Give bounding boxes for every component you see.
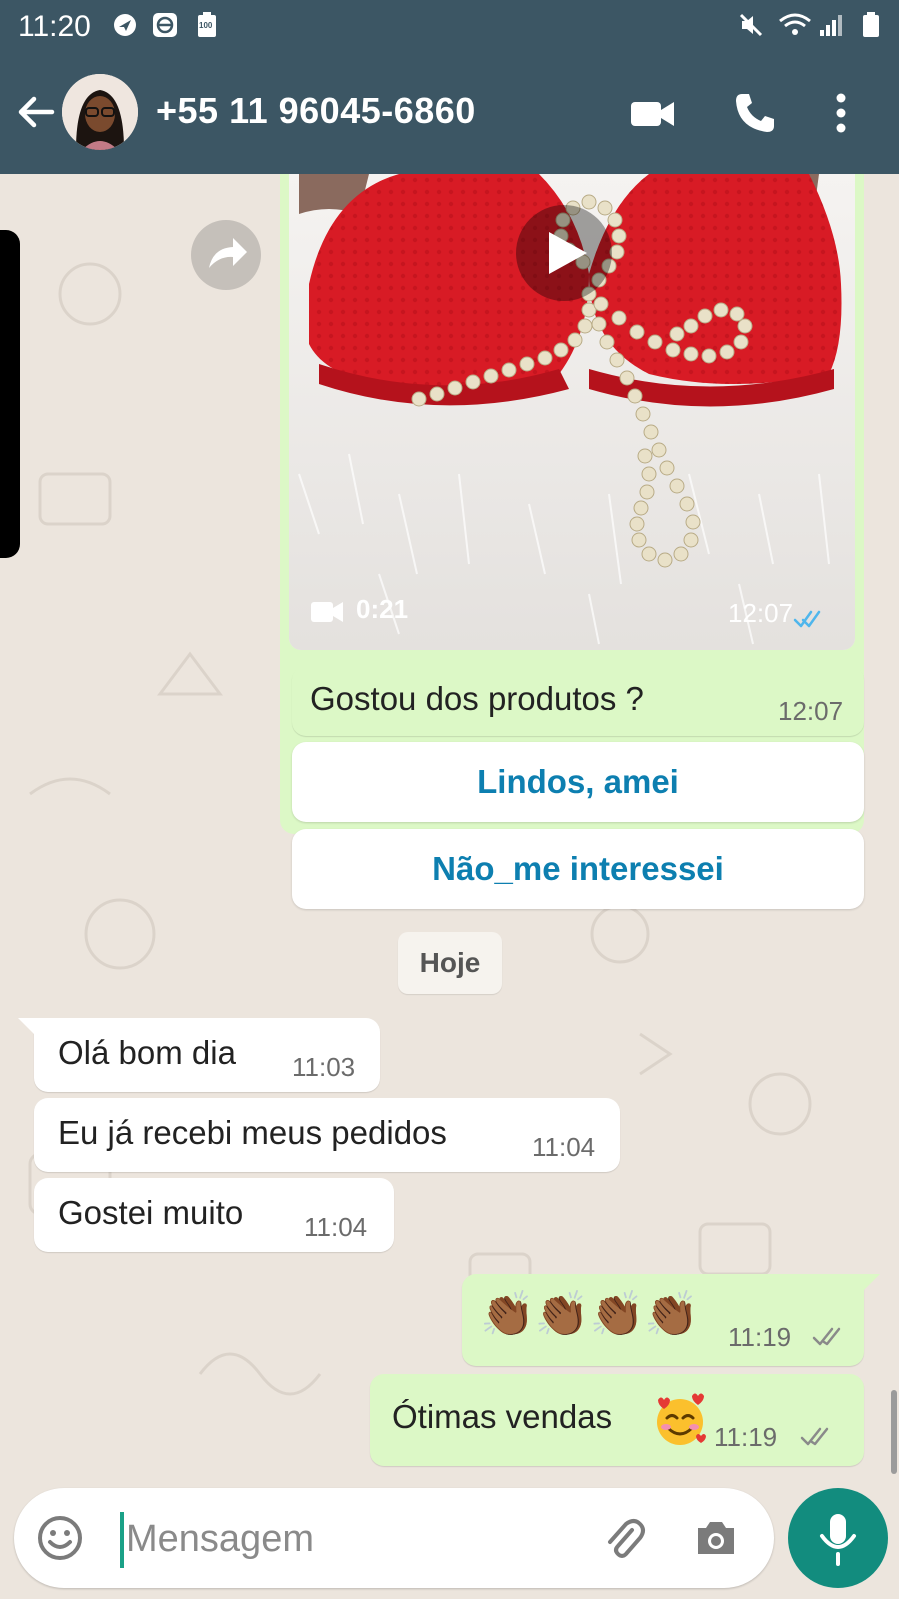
battery-label: 100 (199, 21, 213, 30)
message-time: 11:04 (532, 1132, 596, 1162)
more-vert-icon[interactable] (826, 88, 856, 138)
contact-photo (62, 74, 138, 150)
camera-icon[interactable] (690, 1512, 742, 1564)
status-time: 11:20 (18, 10, 91, 43)
avatar[interactable] (62, 74, 138, 150)
mute-icon (739, 13, 763, 37)
bubble-tail (18, 1018, 36, 1036)
microphone-button[interactable] (788, 1488, 888, 1588)
message-text: Ótimas vendas (392, 1398, 613, 1435)
video-message-time: 12:07 (728, 598, 794, 628)
video-duration: 0:21 (356, 594, 409, 624)
quick-reply-button-nao-interessei[interactable]: Não_me interessei (292, 829, 864, 909)
video-thumbnail[interactable] (289, 174, 855, 650)
date-divider: Hoje (398, 932, 502, 994)
message-composer[interactable] (14, 1488, 774, 1588)
outgoing-message[interactable]: Ótimas vendas 11:19 (370, 1374, 864, 1466)
message-input[interactable] (124, 1504, 598, 1574)
chat-header: +55 11 96045-6860 (0, 54, 899, 174)
outgoing-message-emoji[interactable]: 👏🏾👏🏾👏🏾👏🏾 11:19 (462, 1274, 880, 1366)
battery-icon (863, 12, 879, 37)
double-check-icon (800, 1427, 829, 1446)
microphone-icon (820, 1514, 856, 1566)
phone-icon[interactable] (730, 88, 780, 138)
scrollbar-thumb[interactable] (891, 1390, 897, 1474)
edge-panel-handle[interactable] (0, 230, 20, 558)
message-time: 11:04 (304, 1212, 368, 1242)
wifi-icon (779, 13, 811, 35)
signal-icon (820, 15, 842, 36)
chat-area[interactable]: 0:21 12:07 Gostou dos produtos ? 12:07 L… (0, 174, 899, 1486)
message-text: Olá bom dia (58, 1034, 236, 1071)
outgoing-message[interactable]: Gostou dos produtos ? 12:07 (292, 666, 864, 736)
message-text: Gostou dos produtos ? (310, 680, 644, 717)
message-time: 11:03 (292, 1052, 356, 1082)
message-time: 12:07 (778, 696, 844, 726)
video-call-icon[interactable] (628, 88, 678, 138)
contact-name[interactable]: +55 11 96045-6860 (156, 90, 476, 132)
incoming-message[interactable]: Olá bom dia 11:03 (18, 1018, 380, 1092)
sync-icon (153, 13, 177, 37)
incoming-message[interactable]: Gostei muito 11:04 (34, 1178, 394, 1252)
attach-icon[interactable] (598, 1512, 650, 1564)
forward-button[interactable] (191, 220, 261, 290)
back-arrow-icon[interactable] (14, 90, 58, 134)
message-text: Gostei muito (58, 1194, 244, 1231)
message-time: 11:19 (714, 1422, 778, 1452)
message-time: 11:19 (728, 1322, 792, 1352)
quick-reply-button-lindos[interactable]: Lindos, amei (292, 742, 864, 822)
forward-icon (209, 238, 247, 268)
incoming-message[interactable]: Eu já recebi meus pedidos 11:04 (34, 1098, 620, 1172)
navigation-icon (114, 14, 136, 36)
status-bar: 11:20 100 (0, 0, 899, 54)
smiling-face-with-hearts-icon (657, 1393, 706, 1445)
bubble-tail (862, 1274, 880, 1292)
video-frame (289, 174, 855, 650)
double-check-icon (812, 1327, 841, 1346)
message-text: Eu já recebi meus pedidos (58, 1114, 447, 1151)
clapping-emoji: 👏🏾👏🏾👏🏾👏🏾 (480, 1290, 700, 1339)
emoji-icon[interactable] (34, 1512, 86, 1564)
